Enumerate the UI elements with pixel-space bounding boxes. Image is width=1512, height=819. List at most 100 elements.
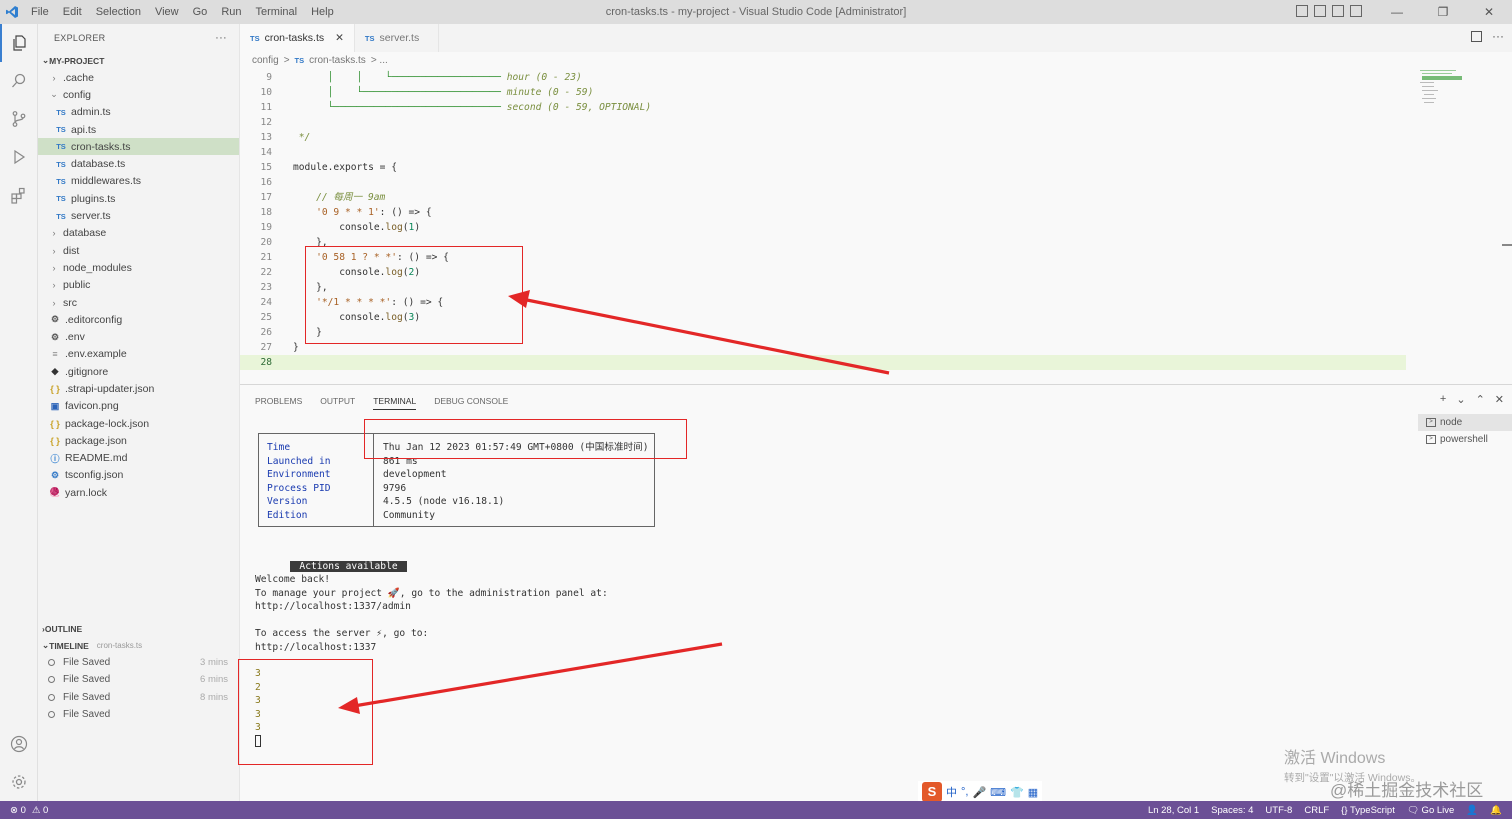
tree-item[interactable]: TS server.ts — [38, 207, 239, 224]
new-terminal-button[interactable]: + — [1440, 393, 1446, 406]
tree-item[interactable]: TS middlewares.ts — [38, 173, 239, 190]
tree-item[interactable]: { } package.json — [38, 432, 239, 449]
code-line[interactable]: 13 */ — [240, 130, 1406, 145]
project-section-header[interactable]: ⌄ MY-PROJECT — [38, 52, 239, 69]
ime-toolbar[interactable]: S 中 °, 🎤 ⌨ 👕 ▦ — [918, 781, 1043, 803]
tree-item[interactable]: ⓘ README.md — [38, 450, 239, 467]
breadcrumb-folder[interactable]: config — [252, 55, 279, 66]
server-url-link[interactable]: http://localhost:1337 — [255, 641, 376, 655]
status-account-icon[interactable]: 👤 — [1466, 805, 1478, 816]
timeline-item[interactable]: File Saved 6 mins — [38, 671, 240, 688]
manage-gear-icon[interactable] — [0, 763, 38, 801]
code-line[interactable]: 15 module.exports = { — [240, 160, 1406, 175]
menu-item-file[interactable]: File — [24, 0, 56, 24]
tree-item[interactable]: ⚙ .env — [38, 328, 239, 345]
minimize-button[interactable]: — — [1374, 0, 1420, 24]
status-go-live[interactable]: 🗨 Go Live — [1407, 805, 1454, 816]
outline-section-header[interactable]: › OUTLINE — [38, 620, 240, 637]
panel-tab-terminal[interactable]: TERMINAL — [373, 392, 417, 410]
source-control-icon[interactable] — [0, 100, 38, 138]
tree-item[interactable]: ▣ favicon.png — [38, 398, 239, 415]
tree-item[interactable]: TS admin.ts — [38, 104, 239, 121]
tree-item[interactable]: › public — [38, 277, 239, 294]
extensions-icon[interactable] — [0, 176, 38, 214]
status-indentation[interactable]: Spaces: 4 — [1211, 805, 1253, 816]
code-line[interactable]: 17 // 每周一 9am — [240, 190, 1406, 205]
explorer-icon[interactable] — [0, 24, 38, 62]
maximize-panel-button[interactable]: ⌃ — [1476, 393, 1485, 406]
status-language[interactable]: {} TypeScript — [1341, 805, 1395, 816]
tree-item[interactable]: TS plugins.ts — [38, 190, 239, 207]
tree-item[interactable]: › .cache — [38, 69, 239, 86]
code-line[interactable]: 18 '0 9 * * 1': () => { — [240, 205, 1406, 220]
code-line[interactable]: 11 └───────────────────────────── second… — [240, 100, 1406, 115]
breadcrumb-file[interactable]: cron-tasks.ts — [309, 55, 366, 66]
terminal-instance[interactable]: > powershell — [1418, 431, 1512, 448]
close-icon[interactable]: ✕ — [335, 32, 344, 44]
panel-tab-output[interactable]: OUTPUT — [320, 396, 355, 406]
tree-item[interactable]: TS database.ts — [38, 155, 239, 172]
account-icon[interactable] — [0, 725, 38, 763]
panel-tab-debug-console[interactable]: DEBUG CONSOLE — [434, 396, 508, 406]
ime-punctuation-icon[interactable]: °, — [961, 786, 968, 798]
tree-item[interactable]: ⌄ config — [38, 86, 239, 103]
toggle-panel-icon[interactable] — [1314, 5, 1326, 17]
tree-item[interactable]: › dist — [38, 242, 239, 259]
tree-item[interactable]: › src — [38, 294, 239, 311]
menu-item-selection[interactable]: Selection — [89, 0, 148, 24]
run-debug-icon[interactable] — [0, 138, 38, 176]
status-warnings[interactable]: ⚠ 0 — [32, 805, 48, 816]
tree-item[interactable]: ◆ .gitignore — [38, 363, 239, 380]
timeline-item[interactable]: File Saved 8 mins — [38, 689, 240, 706]
status-cursor-position[interactable]: Ln 28, Col 1 — [1148, 805, 1199, 816]
menu-item-edit[interactable]: Edit — [56, 0, 89, 24]
menu-item-help[interactable]: Help — [304, 0, 341, 24]
tree-item[interactable]: ⚙ .editorconfig — [38, 311, 239, 328]
ime-skin-icon[interactable]: 👕 — [1010, 786, 1024, 799]
search-icon[interactable] — [0, 62, 38, 100]
tab-server-ts[interactable]: TS server.ts — [355, 24, 439, 52]
explorer-more-button[interactable]: ··· — [215, 32, 227, 44]
code-line[interactable]: 14 — [240, 145, 1406, 160]
admin-url-link[interactable]: http://localhost:1337/admin — [255, 600, 411, 614]
ime-mode[interactable]: 中 — [946, 784, 957, 800]
terminal-instance[interactable]: > node — [1418, 414, 1512, 431]
status-notifications-icon[interactable]: 🔔 — [1490, 805, 1502, 816]
code-line[interactable]: 19 console.log(1) — [240, 220, 1406, 235]
code-line[interactable]: 10 │ └──────────────────────── minute (0… — [240, 85, 1406, 100]
code-line[interactable]: 28 — [240, 355, 1406, 370]
restore-button[interactable]: ❐ — [1420, 0, 1466, 24]
tree-item[interactable]: ⚙ tsconfig.json — [38, 467, 239, 484]
menu-item-terminal[interactable]: Terminal — [249, 0, 305, 24]
timeline-section-header[interactable]: ⌄ TIMELINE cron-tasks.ts — [38, 637, 240, 654]
tree-item[interactable]: › node_modules — [38, 259, 239, 276]
tree-item[interactable]: TS cron-tasks.ts — [38, 138, 239, 156]
menu-item-run[interactable]: Run — [214, 0, 248, 24]
ime-keyboard-icon[interactable]: ⌨ — [990, 786, 1006, 799]
tree-item[interactable]: TS api.ts — [38, 121, 239, 138]
tree-item[interactable]: { } .strapi-updater.json — [38, 380, 239, 397]
menu-item-view[interactable]: View — [148, 0, 186, 24]
panel-tab-problems[interactable]: PROBLEMS — [255, 396, 302, 406]
tab-cron-tasks-ts[interactable]: TS cron-tasks.ts ✕ — [240, 24, 355, 52]
menu-item-go[interactable]: Go — [186, 0, 215, 24]
tree-item[interactable]: { } package-lock.json — [38, 415, 239, 432]
tree-item[interactable]: 🧶 yarn.lock — [38, 484, 239, 501]
close-panel-button[interactable]: ✕ — [1495, 393, 1504, 406]
close-window-button[interactable]: ✕ — [1466, 0, 1512, 24]
status-encoding[interactable]: UTF-8 — [1265, 805, 1292, 816]
tree-item[interactable]: ≡ .env.example — [38, 346, 239, 363]
ime-voice-icon[interactable]: 🎤 — [972, 786, 986, 799]
status-errors[interactable]: ⊗ 0 — [10, 805, 26, 816]
status-eol[interactable]: CRLF — [1304, 805, 1329, 816]
ime-menu-icon[interactable]: ▦ — [1028, 786, 1038, 799]
terminal-dropdown-icon[interactable]: ⌄ — [1456, 393, 1465, 406]
split-editor-icon[interactable] — [1471, 31, 1482, 42]
editor-more-button[interactable]: ··· — [1492, 29, 1504, 43]
code-line[interactable]: 12 — [240, 115, 1406, 130]
toggle-secondary-sidebar-icon[interactable] — [1332, 5, 1344, 17]
timeline-item[interactable]: File Saved — [38, 706, 240, 723]
tree-item[interactable]: › database — [38, 225, 239, 242]
minimap[interactable] — [1412, 68, 1472, 108]
customize-layout-icon[interactable] — [1350, 5, 1362, 17]
